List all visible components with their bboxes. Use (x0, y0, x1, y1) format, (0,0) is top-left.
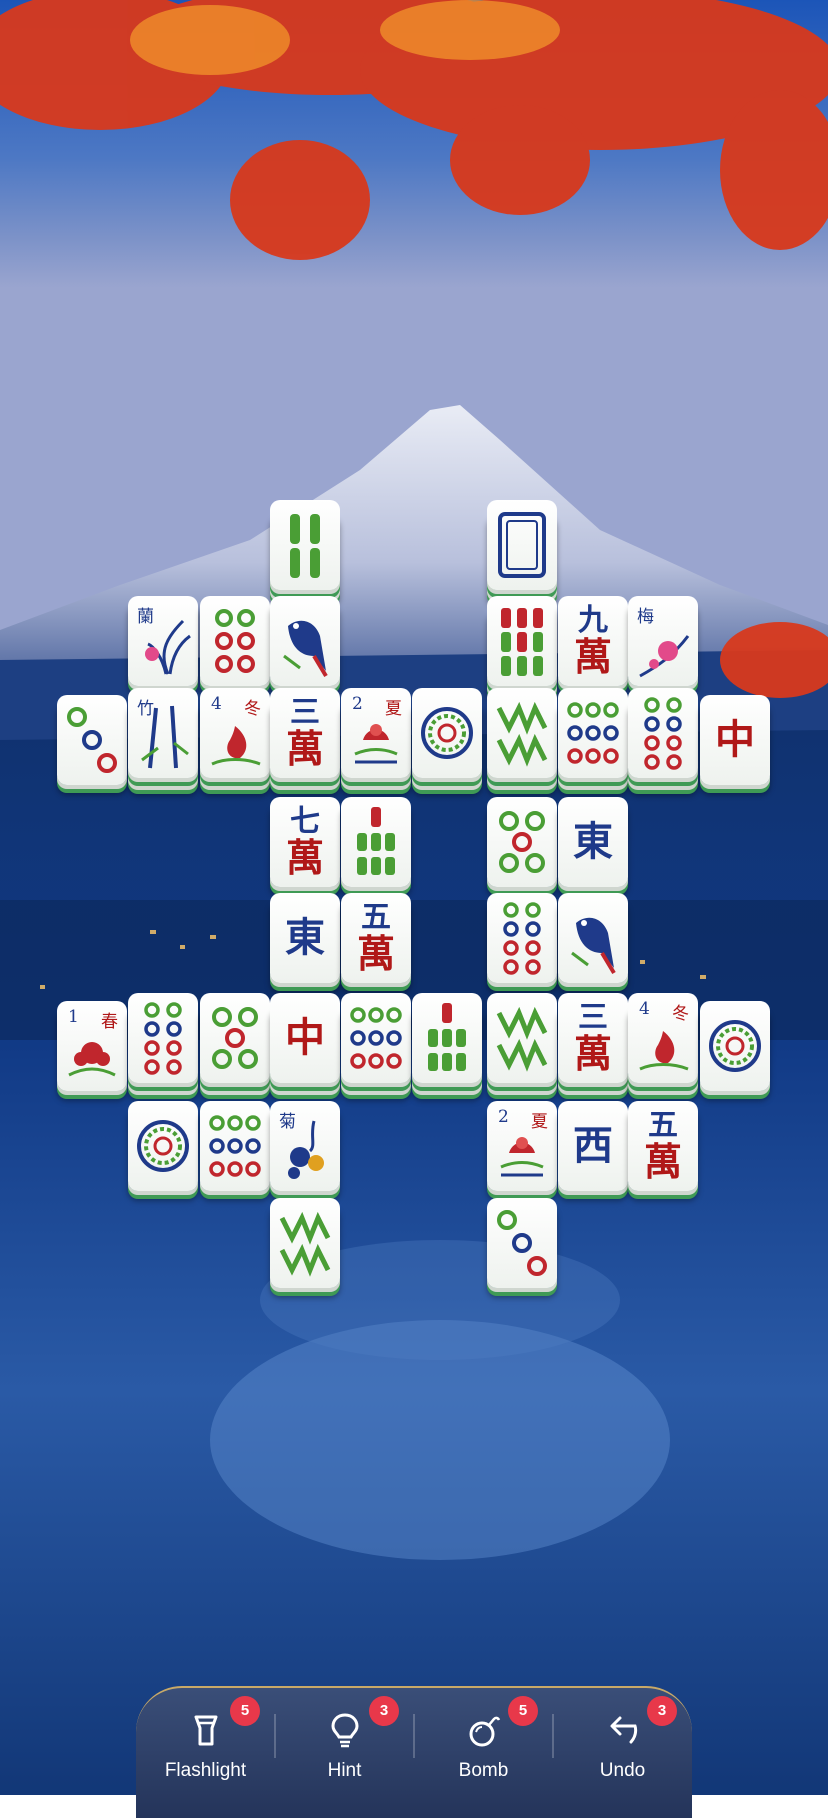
tile-winter[interactable]: 4 冬 (628, 993, 698, 1083)
tile-orchid[interactable]: 蘭 (128, 596, 198, 686)
tile-char: 竹 (137, 699, 154, 719)
tile-circle-1[interactable] (128, 1101, 198, 1191)
tile-summer[interactable]: 2 夏 (341, 688, 411, 778)
tile-plum[interactable]: 梅 (628, 596, 698, 686)
powerup-toolbar: 5 Flashlight 3 Hint 5 Bomb 3 Undo (136, 1686, 692, 1818)
hint-button[interactable]: 3 Hint (275, 1688, 414, 1797)
tile-winter[interactable]: 4 冬 (200, 688, 270, 778)
tile-bamboo-7[interactable] (412, 993, 482, 1083)
tile-bird[interactable] (558, 893, 628, 983)
tile-bamboo-9[interactable] (487, 596, 557, 686)
tile-circle-9[interactable] (558, 688, 628, 778)
tile-circle-3[interactable] (487, 1198, 557, 1288)
flashlight-label: Flashlight (164, 1760, 247, 1781)
tile-white-dragon[interactable] (487, 500, 557, 590)
tile-circle-7[interactable] (487, 893, 557, 983)
tile-red-dragon[interactable]: 中 (270, 993, 340, 1083)
tile-circle-8[interactable] (128, 993, 198, 1083)
tile-bamboo-8[interactable] (487, 688, 557, 778)
tile-character-7[interactable]: 七萬 (270, 797, 340, 887)
tile-character-3[interactable]: 三萬 (558, 993, 628, 1083)
bomb-label: Bomb (458, 1760, 509, 1781)
undo-icon (610, 1716, 637, 1744)
flashlight-icon (194, 1715, 217, 1746)
tile-bamboo-8[interactable] (270, 1198, 340, 1288)
tile-circle-3[interactable] (57, 695, 127, 785)
tile-character-5[interactable]: 五萬 (341, 893, 411, 983)
tile-bamboo-7[interactable] (341, 797, 411, 887)
tile-summer[interactable]: 2 夏 (487, 1101, 557, 1191)
tile-circle-1[interactable] (700, 1001, 770, 1091)
flashlight-button[interactable]: 5 Flashlight (136, 1688, 275, 1797)
bomb-button[interactable]: 5 Bomb (414, 1688, 553, 1797)
tile-circle-8[interactable] (628, 688, 698, 778)
mahjong-board: 蘭 九萬 梅 竹 4 冬 三萬 2 夏 中 七 萬 東 東 五 萬 1 春 中 … (0, 0, 828, 1795)
tile-bamboo-8[interactable] (487, 993, 557, 1083)
undo-button[interactable]: 3 Undo (553, 1688, 692, 1797)
tile-west-wind[interactable]: 西 (558, 1101, 628, 1191)
tile-bamboo-2[interactable] (270, 500, 340, 590)
flashlight-count-badge: 5 (230, 1696, 260, 1726)
undo-label: Undo (599, 1760, 646, 1781)
tile-character-3[interactable]: 三萬 (270, 688, 340, 778)
tile-spring[interactable]: 1 春 (57, 1001, 127, 1091)
tile-circle-5[interactable] (487, 797, 557, 887)
bomb-count-badge: 5 (508, 1696, 538, 1726)
tile-circle-9[interactable] (341, 993, 411, 1083)
tile-circle-9[interactable] (200, 1101, 270, 1191)
tile-red-dragon[interactable]: 中 (700, 695, 770, 785)
tile-circle-1[interactable] (412, 688, 482, 778)
tile-east-wind[interactable]: 東 (270, 893, 340, 983)
bomb-icon (469, 1716, 500, 1747)
tile-char: 蘭 (137, 607, 154, 627)
tile-circle-5[interactable] (200, 993, 270, 1083)
tile-bird[interactable] (270, 596, 340, 686)
hint-label: Hint (327, 1760, 362, 1781)
tile-east-wind[interactable]: 東 (558, 797, 628, 887)
tile-chrysanthemum[interactable]: 菊 (270, 1101, 340, 1191)
tile-character-5[interactable]: 五萬 (628, 1101, 698, 1191)
undo-count-badge: 3 (647, 1696, 677, 1726)
tile-char: 梅 (637, 607, 654, 627)
tile-char: 菊 (279, 1112, 296, 1132)
tile-character-9[interactable]: 九萬 (558, 596, 628, 686)
tile-bamboo-flower[interactable]: 竹 (128, 688, 198, 778)
hint-count-badge: 3 (369, 1696, 399, 1726)
tile-circle-6[interactable] (200, 596, 270, 686)
lightbulb-icon (330, 1713, 359, 1748)
